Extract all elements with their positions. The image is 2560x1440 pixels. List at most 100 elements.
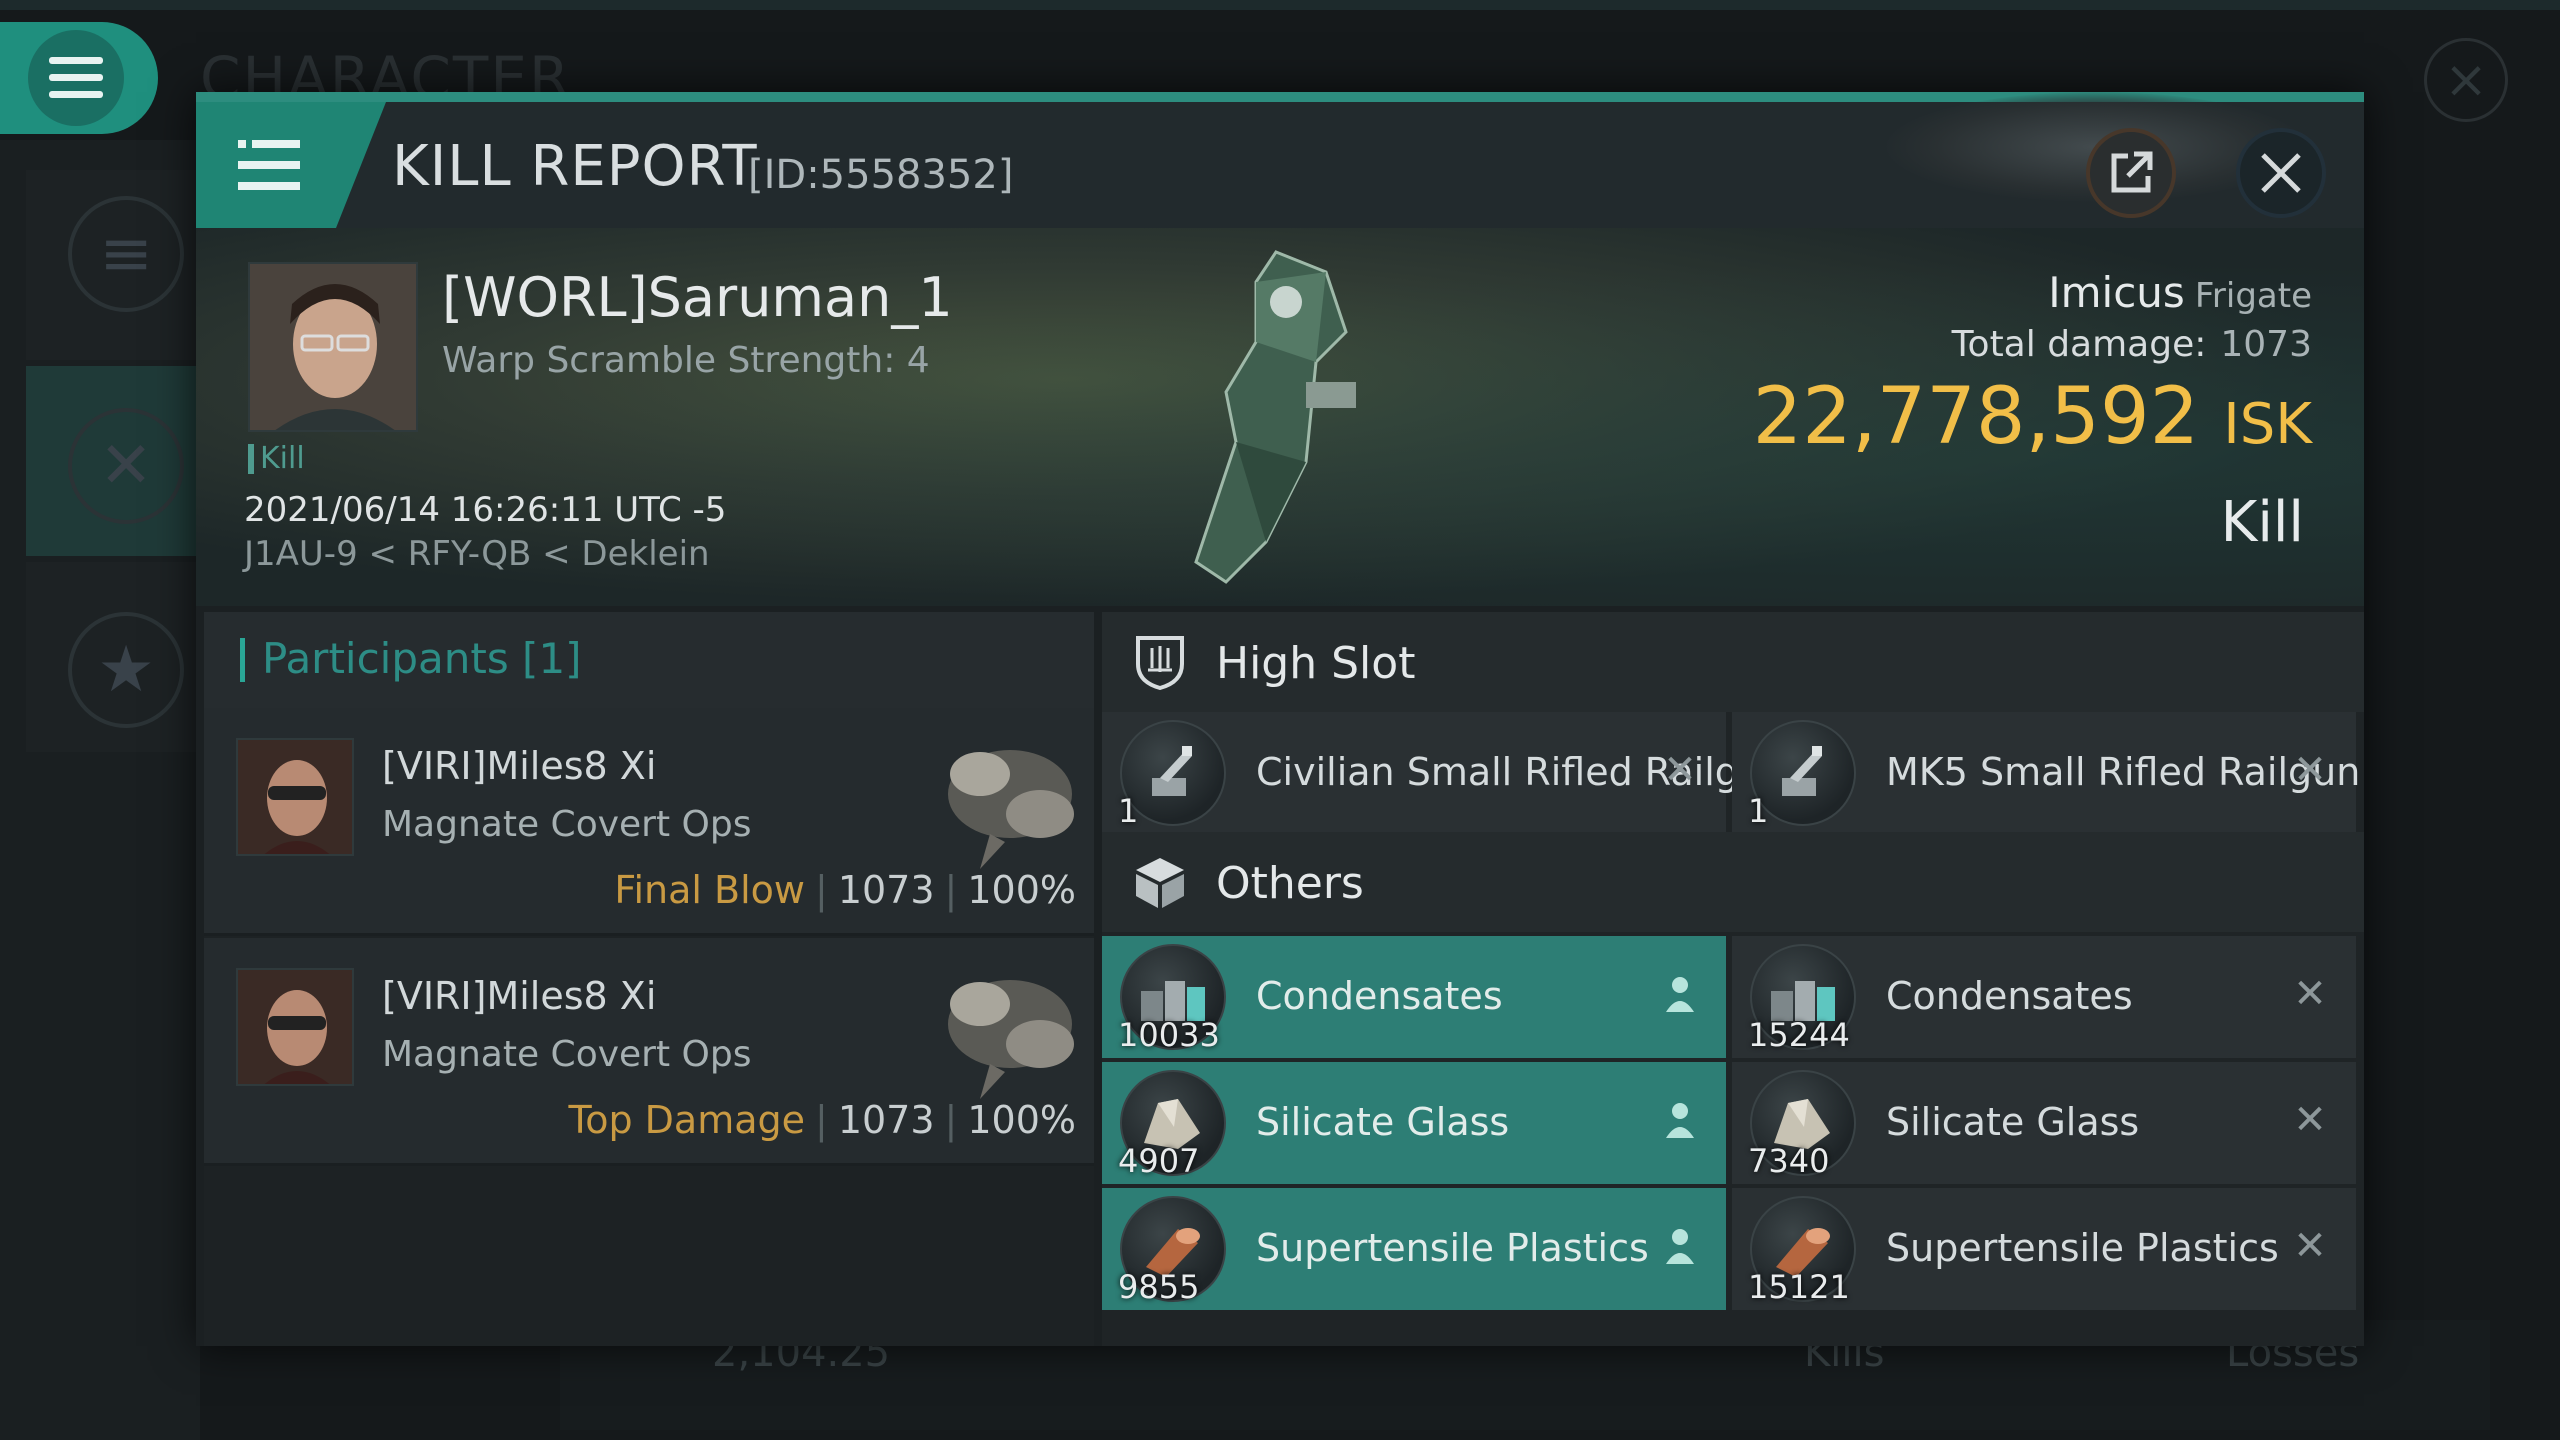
high-slot-icon xyxy=(1132,634,1188,690)
background-close-icon[interactable]: × xyxy=(2424,38,2508,122)
others-header: Others xyxy=(1102,832,2364,932)
main-menu-icon xyxy=(28,30,124,126)
top-strip xyxy=(0,0,2560,10)
participant-damage: 1073 xyxy=(837,868,935,912)
items-panel: High Slot 1 Civilian Small Rifled Railgu… xyxy=(1102,612,2364,1346)
main-menu-button[interactable] xyxy=(0,22,158,134)
item-quantity: 1 xyxy=(1118,792,1139,830)
crossed-swords-icon[interactable]: ✕ xyxy=(68,408,184,524)
item-name: Civilian Small Rifled Railgun xyxy=(1256,750,1788,794)
dialog-title: KILL REPORT xyxy=(392,134,758,199)
kill-location[interactable]: J1AU-9 < RFY-QB < Deklein xyxy=(244,534,710,574)
dialog-menu-button[interactable] xyxy=(196,102,386,228)
total-damage-label: Total damage: xyxy=(1951,324,2207,365)
isk-value: 22,778,592 ISK xyxy=(1753,372,2312,462)
destroyed-icon: ✕ xyxy=(2293,971,2327,1017)
item-quantity: 15121 xyxy=(1748,1268,1850,1306)
hamburger-icon xyxy=(238,140,300,190)
participant-name[interactable]: [VIRI]Miles8 Xi xyxy=(382,744,656,788)
item-condensates-destroyed[interactable]: 15244 Condensates ✕ xyxy=(1732,936,2356,1058)
dialog-header: KILL REPORT [ID:5558352] xyxy=(196,92,2364,228)
warp-scramble-strength: Warp Scramble Strength: 4 xyxy=(442,340,930,381)
item-name: Silicate Glass xyxy=(1256,1100,1510,1144)
item-quantity: 7340 xyxy=(1748,1142,1830,1180)
participant-percent: 100% xyxy=(967,1098,1076,1142)
item-quantity: 1 xyxy=(1748,792,1769,830)
high-slot-header: High Slot xyxy=(1102,612,2364,712)
item-civilian-small-rifled-railgun[interactable]: 1 Civilian Small Rifled Railgun ✕ xyxy=(1102,712,1787,834)
total-damage-value: 1073 xyxy=(2220,324,2312,365)
destroyed-icon: ✕ xyxy=(2293,1097,2327,1143)
dropped-person-icon xyxy=(1656,1222,1704,1270)
item-quantity: 15244 xyxy=(1748,1016,1850,1054)
destroyed-icon: ✕ xyxy=(2293,1223,2327,1269)
kill-result: Kill xyxy=(2220,490,2304,555)
destroyed-icon: ✕ xyxy=(1663,747,1697,793)
participants-panel: Participants [1] [VIRI]Miles8 Xi Magnate… xyxy=(204,612,1094,1346)
stats-separator: | xyxy=(944,868,958,912)
item-name: Supertensile Plastics xyxy=(1886,1226,2279,1270)
participant-portrait xyxy=(236,738,354,856)
item-name: Condensates xyxy=(1256,974,1503,1018)
participants-header: Participants [1] xyxy=(204,612,1094,708)
participant-row[interactable]: [VIRI]Miles8 Xi Magnate Covert Ops Top D… xyxy=(204,938,1094,1166)
item-quantity: 9855 xyxy=(1118,1268,1200,1306)
item-silicate-glass-dropped[interactable]: 4907 Silicate Glass xyxy=(1102,1062,1726,1184)
participant-damage: 1073 xyxy=(837,1098,935,1142)
item-name: Silicate Glass xyxy=(1886,1100,2140,1144)
others-label: Others xyxy=(1216,858,1364,909)
stats-separator: | xyxy=(815,1098,828,1142)
dropped-person-icon xyxy=(1656,1096,1704,1144)
stats-separator: | xyxy=(815,868,828,912)
victim-ship-line: Imicus Frigate xyxy=(2048,268,2312,317)
participant-portrait xyxy=(236,968,354,1086)
participant-ship-image xyxy=(948,750,1074,869)
kill-summary: [WORL]Saruman_1 Warp Scramble Strength: … xyxy=(196,228,2364,606)
cargo-box-icon xyxy=(1132,854,1188,910)
item-condensates-dropped[interactable]: 10033 Condensates xyxy=(1102,936,1726,1058)
isk-unit: ISK xyxy=(2223,392,2312,457)
participant-role: Top Damage xyxy=(568,1098,806,1142)
side-rail xyxy=(0,140,200,1440)
participant-row[interactable]: [VIRI]Miles8 Xi Magnate Covert Ops Final… xyxy=(204,708,1094,936)
isk-amount: 22,778,592 xyxy=(1752,372,2200,462)
victim-ship-image[interactable] xyxy=(1156,242,1416,592)
participant-stats: Top Damage | 1073 | 100% xyxy=(568,1098,1076,1142)
victim-portrait[interactable] xyxy=(248,262,418,432)
participant-stats: Final Blow | 1073 | 100% xyxy=(614,868,1076,912)
participants-label: Participants [1] xyxy=(262,634,582,683)
item-supertensile-plastics-dropped[interactable]: 9855 Supertensile Plastics xyxy=(1102,1188,1726,1310)
kill-tag: Kill xyxy=(248,444,305,474)
participant-ship: Magnate Covert Ops xyxy=(382,1034,752,1075)
destroyed-icon: ✕ xyxy=(2293,747,2327,793)
item-silicate-glass-destroyed[interactable]: 7340 Silicate Glass ✕ xyxy=(1732,1062,2356,1184)
close-button[interactable] xyxy=(2236,128,2326,218)
item-quantity: 4907 xyxy=(1118,1142,1200,1180)
participant-name[interactable]: [VIRI]Miles8 Xi xyxy=(382,974,656,1018)
participants-header-bar xyxy=(240,638,245,682)
item-mk5-small-rifled-railgun[interactable]: 1 MK5 Small Rifled Railgun ✕ xyxy=(1732,712,2360,834)
close-icon xyxy=(2261,153,2301,193)
participant-role: Final Blow xyxy=(614,868,806,912)
stats-separator: | xyxy=(944,1098,958,1142)
participant-ship: Magnate Covert Ops xyxy=(382,804,752,845)
item-name: Condensates xyxy=(1886,974,2133,1018)
kill-report-id: [ID:5558352] xyxy=(748,152,1014,198)
item-name: Supertensile Plastics xyxy=(1256,1226,1649,1270)
kill-timestamp: 2021/06/14 16:26:11 UTC -5 xyxy=(244,490,727,530)
star-icon[interactable]: ★ xyxy=(68,612,184,728)
share-button[interactable] xyxy=(2086,128,2176,218)
high-slot-label: High Slot xyxy=(1216,638,1416,689)
participant-percent: 100% xyxy=(967,868,1076,912)
victim-ship-name[interactable]: Imicus xyxy=(2048,268,2185,317)
dropped-person-icon xyxy=(1656,970,1704,1018)
list-icon[interactable]: ≡ xyxy=(68,196,184,312)
share-icon xyxy=(2111,151,2153,193)
total-damage: Total damage: 1073 xyxy=(1952,324,2312,365)
kill-report-dialog: KILL REPORT [ID:5558352] [WORL]Saruman_1… xyxy=(196,92,2364,1346)
participant-ship-image xyxy=(948,980,1074,1099)
victim-name[interactable]: [WORL]Saruman_1 xyxy=(442,266,953,329)
item-supertensile-plastics-destroyed[interactable]: 15121 Supertensile Plastics ✕ xyxy=(1732,1188,2356,1310)
item-quantity: 10033 xyxy=(1118,1016,1220,1054)
victim-ship-class: Frigate xyxy=(2194,276,2312,316)
